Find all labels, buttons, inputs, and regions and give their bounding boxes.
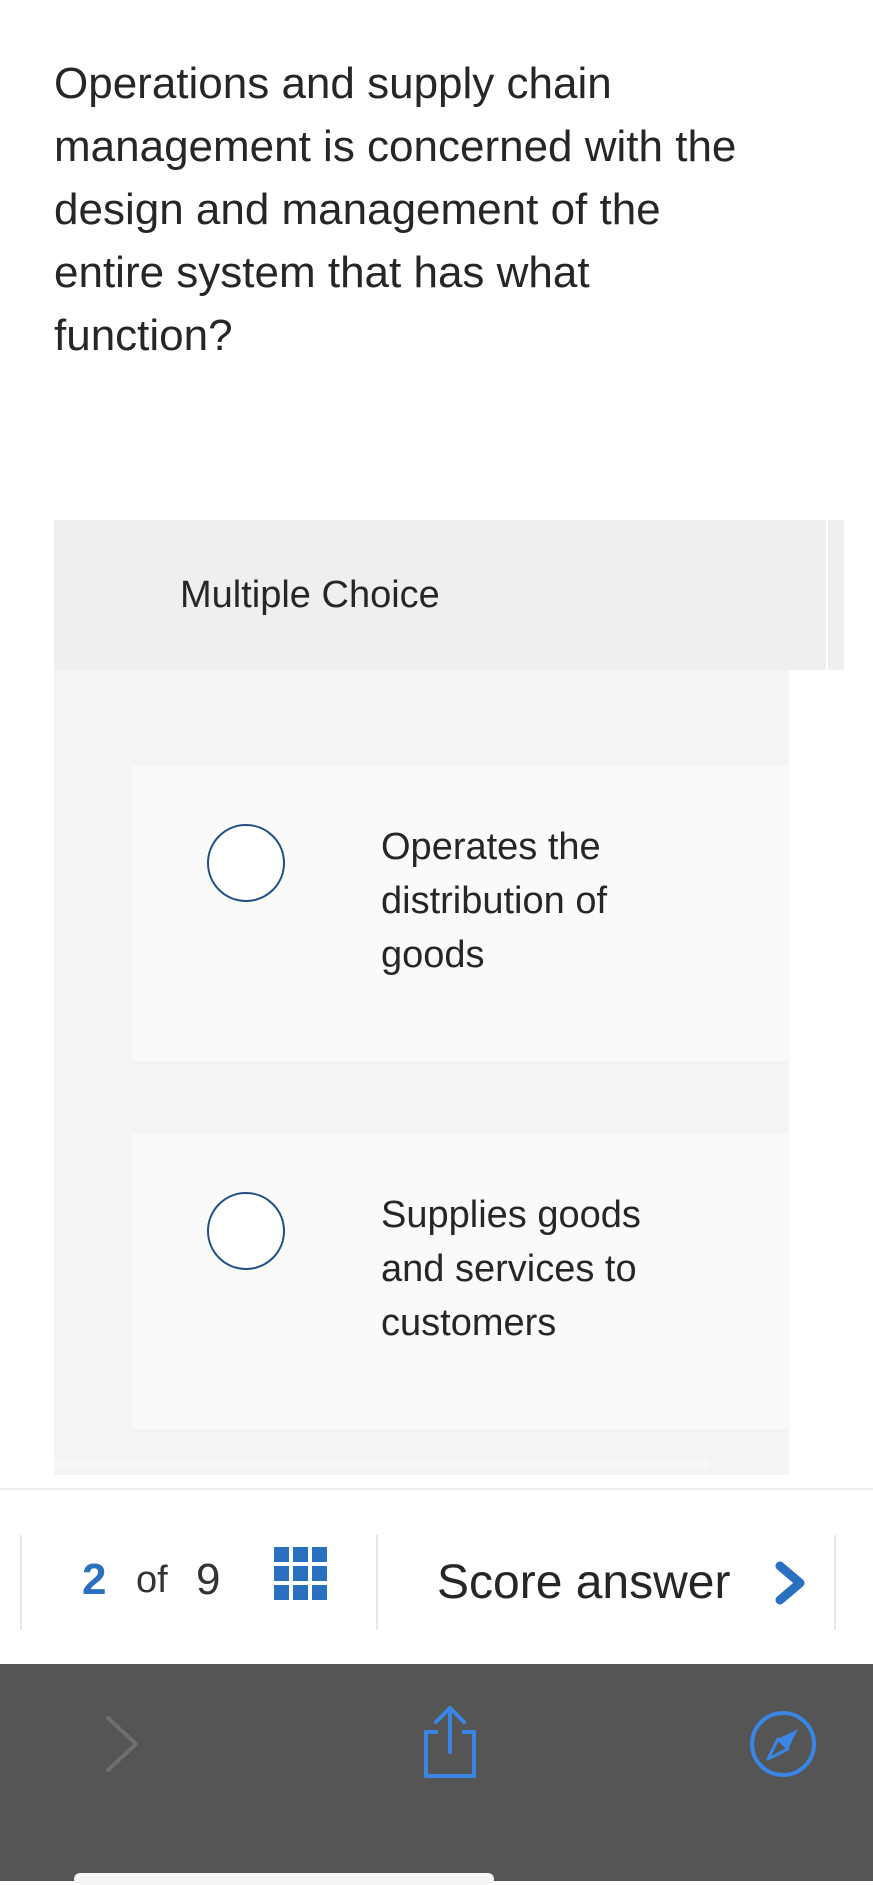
answer-option-1[interactable]: Operates the distribution of goods	[132, 766, 790, 1061]
chevron-right-icon[interactable]	[100, 1714, 144, 1774]
radio-button[interactable]	[207, 824, 285, 902]
chevron-right-icon	[775, 1561, 805, 1605]
pager-current: 2	[82, 1555, 107, 1604]
answer-option-label: Supplies goods and services to customers	[381, 1194, 641, 1344]
pager-of-label: of	[136, 1559, 168, 1601]
header-edge	[828, 520, 844, 670]
share-icon[interactable]	[418, 1704, 482, 1780]
home-indicator	[74, 1873, 494, 1885]
browser-toolbar	[0, 1664, 873, 1881]
answer-option-2[interactable]: Supplies goods and services to customers	[132, 1134, 790, 1429]
answer-option-label: Operates the distribution of goods	[381, 826, 608, 976]
multiple-choice-header: Multiple Choice	[54, 520, 826, 670]
question-pager: 2 of 9	[20, 1535, 378, 1630]
question-text: Operations and supply chain management i…	[54, 59, 737, 360]
score-answer-button[interactable]: Score answer	[376, 1535, 836, 1630]
radio-button[interactable]	[207, 1192, 285, 1270]
compass-icon[interactable]	[748, 1709, 818, 1779]
grid-icon[interactable]	[274, 1547, 328, 1601]
pager-total: 9	[196, 1555, 221, 1604]
score-answer-label: Score answer	[437, 1556, 731, 1609]
divider	[54, 1459, 709, 1469]
multiple-choice-title: Multiple Choice	[180, 574, 440, 616]
